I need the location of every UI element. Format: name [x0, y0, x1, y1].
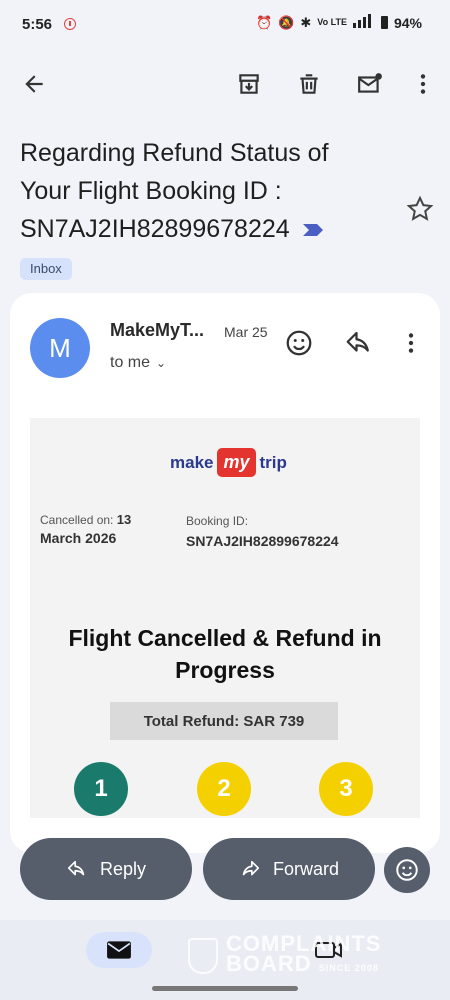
headline: Flight Cancelled & Refund in Progress	[68, 625, 382, 683]
watermark-line2: BOARD	[226, 951, 312, 976]
recipient-details[interactable]: to me ⌄	[110, 354, 166, 372]
watermark-text: COMPLAINTS BOARD SINCE 2008	[226, 933, 381, 978]
logo-part-right: trip	[259, 452, 287, 472]
email-subject: Regarding Refund Status of Your Flight B…	[20, 134, 360, 249]
booking-id-block: Booking ID: SN7AJ2IH82899678224	[186, 514, 339, 549]
star-icon	[406, 195, 434, 221]
star-button[interactable]	[406, 195, 434, 228]
emoji-reaction-button[interactable]	[384, 847, 430, 893]
vertical-dots-icon	[420, 74, 426, 94]
makemytrip-logo[interactable]: make my trip	[170, 448, 287, 477]
mail-unread-icon	[358, 73, 382, 93]
step-3-number: 3	[339, 775, 353, 802]
email-body	[30, 418, 420, 818]
step-3: 3	[319, 762, 373, 816]
step-2-number: 2	[217, 775, 231, 802]
reply-icon-button[interactable]	[344, 328, 374, 363]
email-date: Mar 25	[224, 324, 268, 340]
forward-button[interactable]: Forward	[203, 838, 375, 900]
cancelled-label-text: Cancelled on:	[40, 513, 114, 527]
signal-icon	[352, 14, 375, 31]
arrow-left-icon	[25, 75, 43, 93]
reply-label: Reply	[99, 858, 147, 879]
cancelled-on-label: Cancelled on: 13	[40, 512, 131, 527]
vertical-dots-icon	[408, 333, 414, 353]
subject-text: Regarding Refund Status of Your Flight B…	[20, 139, 329, 243]
archive-icon	[239, 74, 259, 94]
smiley-icon	[396, 859, 418, 881]
mark-unread-button[interactable]	[352, 66, 388, 102]
important-marker-icon[interactable]	[301, 211, 325, 249]
mail-icon	[107, 941, 131, 959]
react-emoji-button[interactable]	[284, 328, 314, 363]
home-indicator[interactable]	[152, 986, 298, 991]
step-2: 2	[197, 762, 251, 816]
archive-button[interactable]	[231, 66, 267, 102]
cancelled-date: March 2026	[40, 530, 117, 546]
inbox-label-chip[interactable]: Inbox	[20, 258, 72, 280]
mute-icon: 🔕	[278, 14, 295, 30]
trash-icon	[300, 74, 318, 94]
booking-id-value: SN7AJ2IH82899678224	[186, 533, 339, 549]
logo-part-mid: my	[217, 448, 256, 477]
more-options-button[interactable]	[405, 66, 441, 102]
volte-icon: Vo LTE	[317, 17, 347, 27]
back-button[interactable]	[16, 66, 52, 102]
reply-icon	[67, 860, 85, 876]
delete-button[interactable]	[291, 66, 327, 102]
step-1-number: 1	[94, 775, 108, 802]
reply-icon	[346, 331, 369, 352]
chevron-down-icon: ⌄	[156, 356, 167, 370]
forward-label: Forward	[272, 858, 339, 879]
alarm-icon: ⏰	[256, 14, 273, 30]
smiley-icon	[286, 330, 312, 356]
watermark-tagline: SINCE 2008	[318, 963, 379, 973]
bluetooth-icon: ✱	[300, 14, 312, 30]
nav-mail[interactable]	[86, 932, 152, 968]
forward-icon	[242, 860, 260, 876]
cancelled-on-block: Cancelled on: 13 March 2026	[40, 512, 131, 546]
shield-icon	[188, 938, 218, 974]
reply-button[interactable]: Reply	[20, 838, 192, 900]
recipient-label: to me	[110, 354, 151, 371]
step-1: 1	[74, 762, 128, 816]
watermark-line2-row: BOARD SINCE 2008	[226, 951, 381, 978]
status-time: 5:56	[22, 16, 53, 33]
battery-icon	[380, 16, 388, 29]
avatar[interactable]: M	[30, 318, 90, 378]
sender-name[interactable]: MakeMyT...	[110, 320, 204, 341]
logo-part-left: make	[170, 452, 214, 472]
booking-id-label: Booking ID:	[186, 514, 249, 528]
alert-circle-icon	[64, 18, 76, 30]
message-more-button[interactable]	[398, 330, 424, 361]
cancelled-day: 13	[116, 512, 132, 527]
status-icons: ⏰ 🔕 ✱ Vo LTE 94%	[256, 14, 422, 31]
total-refund: Total Refund: SAR 739	[110, 702, 338, 740]
complaints-board-watermark: COMPLAINTS BOARD SINCE 2008	[188, 933, 381, 978]
battery-level: 94%	[393, 14, 422, 31]
